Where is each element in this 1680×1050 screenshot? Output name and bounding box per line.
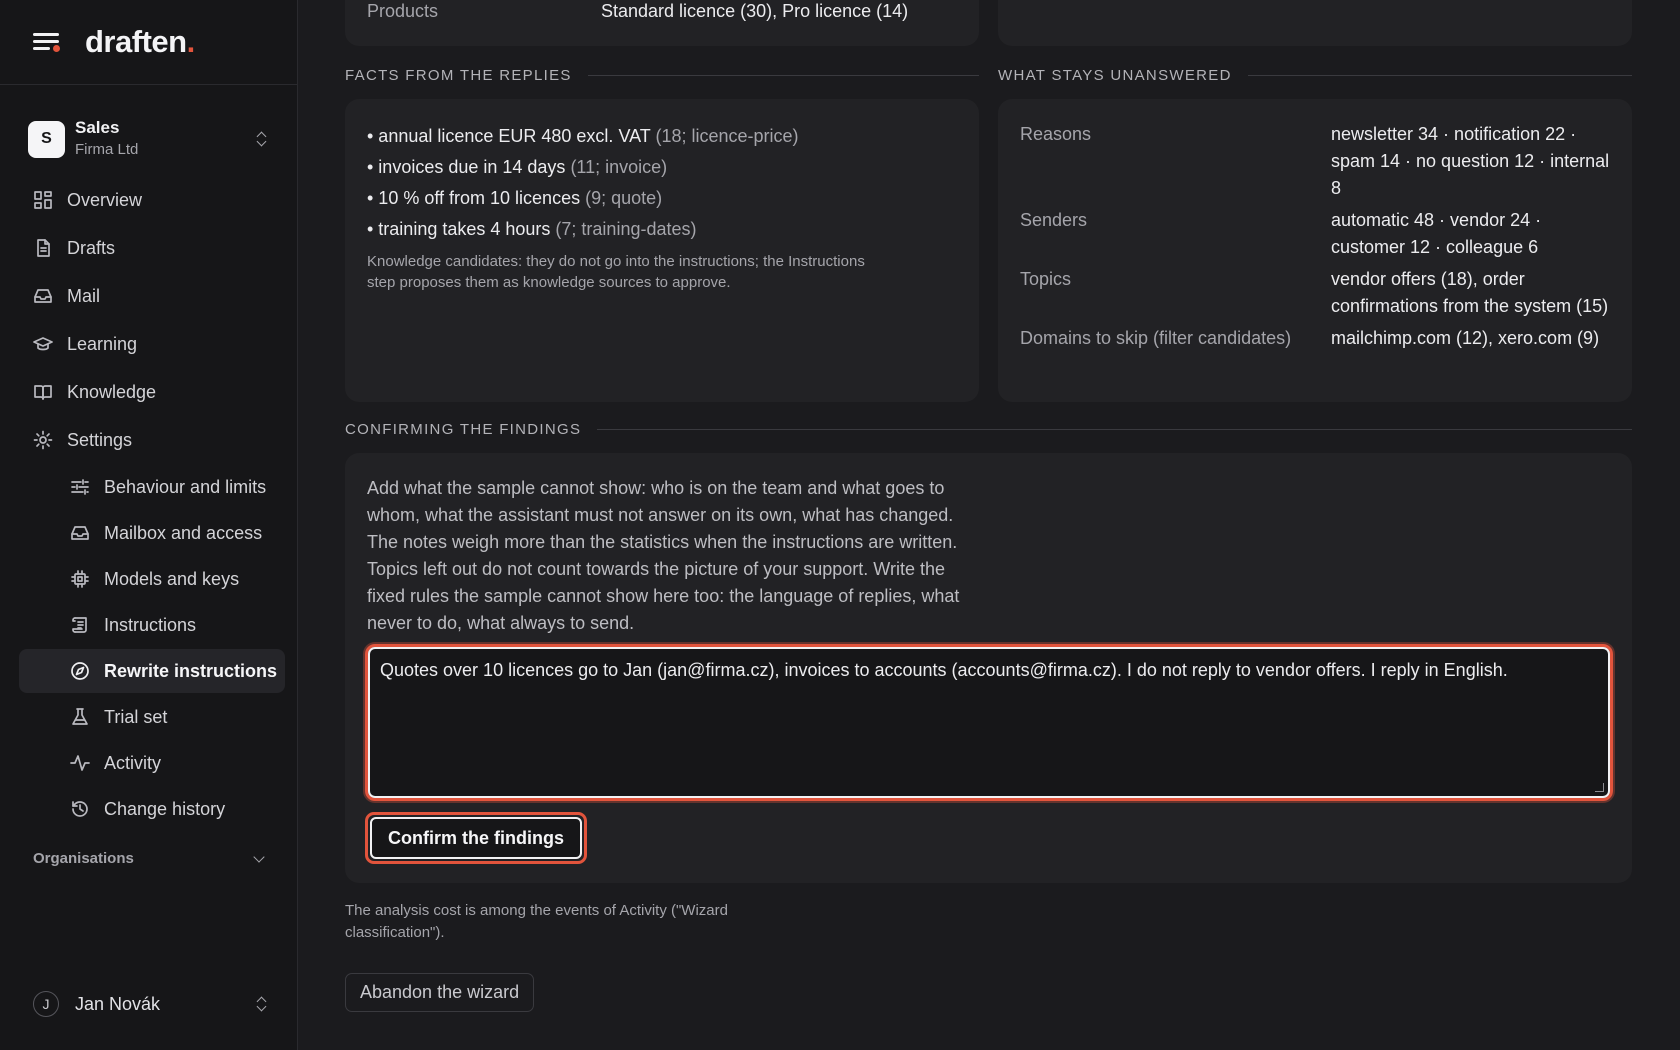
nav-models-label: Models and keys [104, 568, 240, 589]
nav-knowledge-label: Knowledge [67, 381, 157, 402]
graduation-cap-icon [33, 337, 53, 351]
workspace-text: Sales Firma Ltd [75, 117, 255, 161]
inbox-icon [34, 289, 52, 303]
products-card: Products Standard licence (30), Pro lice… [345, 0, 979, 46]
fact-item: • annual licence EUR 480 excl. VAT (18; … [367, 126, 799, 146]
chevron-down-icon [253, 850, 265, 863]
divider [587, 75, 979, 76]
nav-drafts-label: Drafts [67, 237, 116, 258]
confirm-findings-button[interactable]: Confirm the findings [370, 817, 582, 859]
summary-card-right [998, 0, 1632, 46]
facts-section-title: FACTS FROM THE REPLIES [345, 67, 979, 84]
unanswered-title: WHAT STAYS UNANSWERED [998, 67, 1232, 84]
products-value: Standard licence (30), Pro licence (14) [601, 1, 909, 21]
unanswered-row: Senders automatic 48 · vendor 24 · custom… [1020, 210, 1542, 257]
chevrons-up-down-icon [255, 131, 269, 147]
logo: draften. [85, 24, 195, 59]
history-icon [72, 801, 88, 817]
facts-title: FACTS FROM THE REPLIES [345, 67, 572, 84]
nav-mailbox-label: Mailbox and access [104, 522, 263, 543]
unanswered-row: Reasons newsletter 34 · notification 22 ·… [1020, 124, 1610, 198]
inbox-icon [71, 526, 89, 540]
facts-card: • annual licence EUR 480 excl. VAT (18; … [345, 99, 979, 402]
nav-settings[interactable]: Settings [0, 417, 285, 463]
abandon-wizard-button[interactable]: Abandon the wizard [345, 973, 535, 1012]
divider [1247, 75, 1632, 76]
book-icon [34, 385, 52, 400]
notes-field-focus-ring: Quotes over 10 licences go to Jan (jan@f… [365, 644, 1613, 801]
unanswered-row: Topics vendor offers (18), order confirma… [1020, 269, 1609, 316]
confirm-button-focus-ring: Confirm the findings [365, 812, 587, 864]
workspace-company: Firma Ltd [75, 141, 139, 158]
nav-knowledge[interactable]: Knowledge [0, 369, 285, 415]
main-nav: Overview Drafts Mail Learning Knowledge … [0, 177, 297, 831]
activity-icon [70, 755, 90, 771]
user-name: Jan Novák [75, 993, 161, 1014]
nav-behaviour-and-limits[interactable]: Behaviour and limits [0, 465, 285, 509]
confirm-section-title: CONFIRMING THE FINDINGS [345, 421, 1632, 438]
nav-change-history[interactable]: Change history [0, 787, 285, 831]
scroll-icon [72, 617, 87, 633]
nav-models-and-keys[interactable]: Models and keys [0, 557, 285, 601]
unanswered-section-title: WHAT STAYS UNANSWERED [998, 67, 1632, 84]
confirm-intro: Add what the sample cannot show: who is … [367, 478, 960, 633]
nav-mail[interactable]: Mail [0, 273, 285, 319]
nav-instructions[interactable]: Instructions [0, 603, 285, 647]
app-root: draften. S Sales Firma Ltd Overview Draf… [0, 0, 1680, 1050]
nav-drafts[interactable]: Drafts [0, 225, 285, 271]
unanswered-row: Domains to skip (filter candidates) mailc… [1020, 328, 1600, 348]
nav-instructions-label: Instructions [104, 614, 197, 635]
notes-textarea[interactable]: Quotes over 10 licences go to Jan (jan@f… [368, 647, 1610, 798]
nav-trial-label: Trial set [104, 706, 168, 727]
workspace-name: Sales [75, 118, 120, 137]
nav-behaviour-label: Behaviour and limits [104, 476, 267, 497]
fact-item: • training takes 4 hours (7; training-da… [367, 219, 697, 239]
brand-bar: draften. [0, 0, 297, 85]
sliders-icon [71, 479, 89, 495]
products-label: Products [367, 1, 439, 21]
sidebar: draften. S Sales Firma Ltd Overview Draf… [0, 0, 298, 1050]
workspace-avatar: S [28, 120, 65, 158]
compass-icon [71, 662, 89, 680]
grid-icon [34, 191, 52, 209]
divider [597, 429, 1632, 430]
cost-note: The analysis cost is among the events of… [345, 902, 728, 941]
cpu-icon [71, 570, 89, 588]
nav-overview[interactable]: Overview [0, 177, 285, 223]
resize-handle-icon[interactable] [1595, 783, 1604, 792]
unanswered-card: Reasons newsletter 34 · notification 22 ·… [998, 99, 1632, 402]
nav-history-label: Change history [104, 798, 226, 819]
main-content: Products Standard licence (30), Pro lice… [298, 0, 1680, 1050]
products-row: Products Standard licence (30), Pro lice… [367, 1, 908, 22]
nav-mailbox-and-access[interactable]: Mailbox and access [0, 511, 285, 555]
document-icon [37, 239, 50, 257]
confirm-title: CONFIRMING THE FINDINGS [345, 421, 582, 438]
nav-mail-label: Mail [67, 285, 101, 306]
menu-icon[interactable] [33, 32, 60, 52]
gear-icon [33, 430, 53, 450]
organisations-label: Organisations [33, 850, 134, 867]
knowledge-candidates-note: Knowledge candidates: they do not go int… [367, 253, 865, 291]
user-menu[interactable]: J Jan Novák [0, 991, 297, 1017]
flask-icon [72, 708, 88, 725]
nav-activity-label: Activity [104, 752, 162, 773]
nav-settings-label: Settings [67, 429, 133, 450]
nav-trial-set[interactable]: Trial set [0, 695, 285, 739]
nav-learning[interactable]: Learning [0, 321, 285, 367]
confirm-card: Add what the sample cannot show: who is … [345, 453, 1632, 883]
nav-rewrite-label: Rewrite instructions [104, 660, 278, 681]
chevrons-up-down-icon [255, 996, 269, 1012]
nav-overview-label: Overview [67, 189, 143, 210]
nav-learning-label: Learning [67, 333, 138, 354]
nav-activity[interactable]: Activity [0, 741, 285, 785]
fact-item: • invoices due in 14 days (11; invoice) [367, 157, 668, 177]
nav-rewrite-instructions[interactable]: Rewrite instructions [19, 649, 285, 693]
organisations-toggle[interactable]: Organisations [0, 850, 297, 867]
avatar: J [33, 991, 59, 1017]
fact-item: • 10 % off from 10 licences (9; quote) [367, 188, 663, 208]
workspace-switcher[interactable]: S Sales Firma Ltd [0, 107, 297, 171]
